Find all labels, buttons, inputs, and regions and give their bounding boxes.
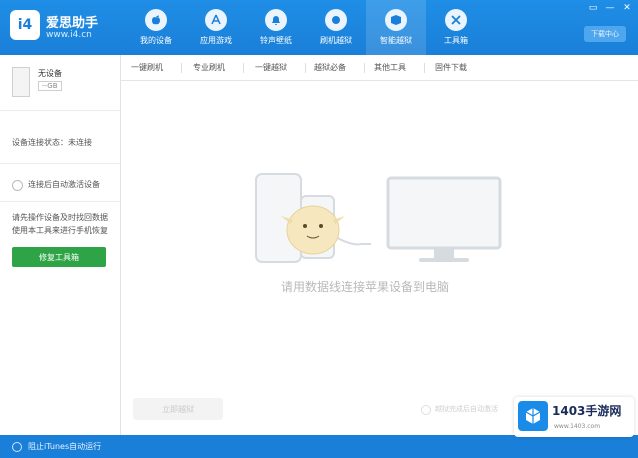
- connect-device-illustration: [255, 173, 502, 263]
- site-watermark: 1403手游网 www.1403.com: [514, 397, 634, 437]
- block-itunes-label[interactable]: 阻止iTunes自动运行: [28, 441, 101, 452]
- nav-my-device[interactable]: 我的设备: [126, 0, 186, 55]
- cube-logo-icon: [518, 401, 548, 431]
- apple-icon: [145, 9, 167, 31]
- watermark-url: www.1403.com: [554, 423, 601, 430]
- window-controls: ▭ — ✕: [586, 2, 634, 14]
- tab-separator: [305, 63, 306, 73]
- sidebar-tip: 请先操作设备及时找回数据使用本工具来进行手机恢复: [12, 213, 108, 235]
- tab-other-tools[interactable]: 其他工具: [374, 62, 406, 73]
- phone-icon: [12, 67, 30, 97]
- status-bar: 阻止iTunes自动运行: [0, 435, 638, 458]
- nav-label: 我的设备: [140, 36, 172, 45]
- auto-activate-radio[interactable]: [12, 180, 23, 191]
- nav-jailbreak[interactable]: 智能越狱: [366, 0, 426, 55]
- sidebar: 无设备 --GB 设备连接状态：未连接 连接后自动激活设备 请先操作设备及时找回…: [0, 55, 121, 435]
- flash-icon: [325, 9, 347, 31]
- device-name: 无设备: [38, 69, 62, 78]
- tab-jailbreak-essentials[interactable]: 越狱必备: [314, 62, 346, 73]
- tab-separator: [364, 63, 365, 73]
- top-bar: i4 爱思助手 www.i4.cn 我的设备 应用游戏 铃声壁纸 刷机越狱 智能…: [0, 0, 638, 55]
- nav-label: 智能越狱: [380, 36, 412, 45]
- nav-flash[interactable]: 刷机越狱: [306, 0, 366, 55]
- device-capacity-badge: --GB: [38, 81, 62, 91]
- start-jailbreak-button[interactable]: 立即越狱: [133, 398, 223, 420]
- tab-one-click-jailbreak[interactable]: 一键越狱: [255, 62, 287, 73]
- sub-tabs: 一键刷机 专业刷机 一键越狱 越狱必备 其他工具 固件下载: [121, 55, 638, 81]
- divider: [0, 201, 120, 202]
- tools-icon: [445, 9, 467, 31]
- nav-ringtones[interactable]: 铃声壁纸: [246, 0, 306, 55]
- auto-activate-after-radio[interactable]: [421, 405, 431, 415]
- auto-activate-label[interactable]: 连接后自动激活设备: [28, 179, 100, 190]
- main-content: 请用数据线连接苹果设备到电脑 立即越狱 越狱完成后自动激活: [121, 81, 638, 435]
- tab-firmware-download[interactable]: 固件下载: [435, 62, 467, 73]
- tab-one-click-flash[interactable]: 一键刷机: [131, 62, 163, 73]
- connect-device-message: 请用数据线连接苹果设备到电脑: [281, 280, 450, 294]
- tab-separator: [424, 63, 425, 73]
- tab-pro-flash[interactable]: 专业刷机: [193, 62, 225, 73]
- bell-icon: [265, 9, 287, 31]
- download-center-button[interactable]: 下载中心: [584, 26, 626, 42]
- nav-label: 应用游戏: [200, 36, 232, 45]
- app-window: i4 爱思助手 www.i4.cn 我的设备 应用游戏 铃声壁纸 刷机越狱 智能…: [0, 0, 638, 458]
- nav-label: 工具箱: [444, 36, 468, 45]
- main-nav: 我的设备 应用游戏 铃声壁纸 刷机越狱 智能越狱 工具箱: [126, 0, 486, 55]
- brand-name: 爱思助手: [46, 16, 99, 31]
- nav-apps[interactable]: 应用游戏: [186, 0, 246, 55]
- nav-label: 刷机越狱: [320, 36, 352, 45]
- close-button[interactable]: ✕: [620, 2, 634, 14]
- nav-label: 铃声壁纸: [260, 36, 292, 45]
- tab-separator: [243, 63, 244, 73]
- divider: [0, 163, 120, 164]
- box-icon: [385, 9, 407, 31]
- block-itunes-radio[interactable]: [12, 442, 22, 452]
- app-logo: i4: [10, 10, 40, 40]
- connection-status: 设备连接状态：未连接: [12, 138, 92, 147]
- tab-separator: [181, 63, 182, 73]
- appstore-icon: [205, 9, 227, 31]
- brand-url: www.i4.cn: [46, 30, 92, 40]
- minimize-button[interactable]: —: [603, 2, 617, 14]
- watermark-text: 1403手游网: [552, 404, 622, 418]
- fix-toolbox-button[interactable]: 修复工具箱: [12, 247, 106, 267]
- restore-button[interactable]: ▭: [586, 2, 600, 14]
- device-card: 无设备 --GB: [0, 55, 120, 111]
- nav-toolbox[interactable]: 工具箱: [426, 0, 486, 55]
- auto-activate-after-label[interactable]: 越狱完成后自动激活: [435, 404, 498, 414]
